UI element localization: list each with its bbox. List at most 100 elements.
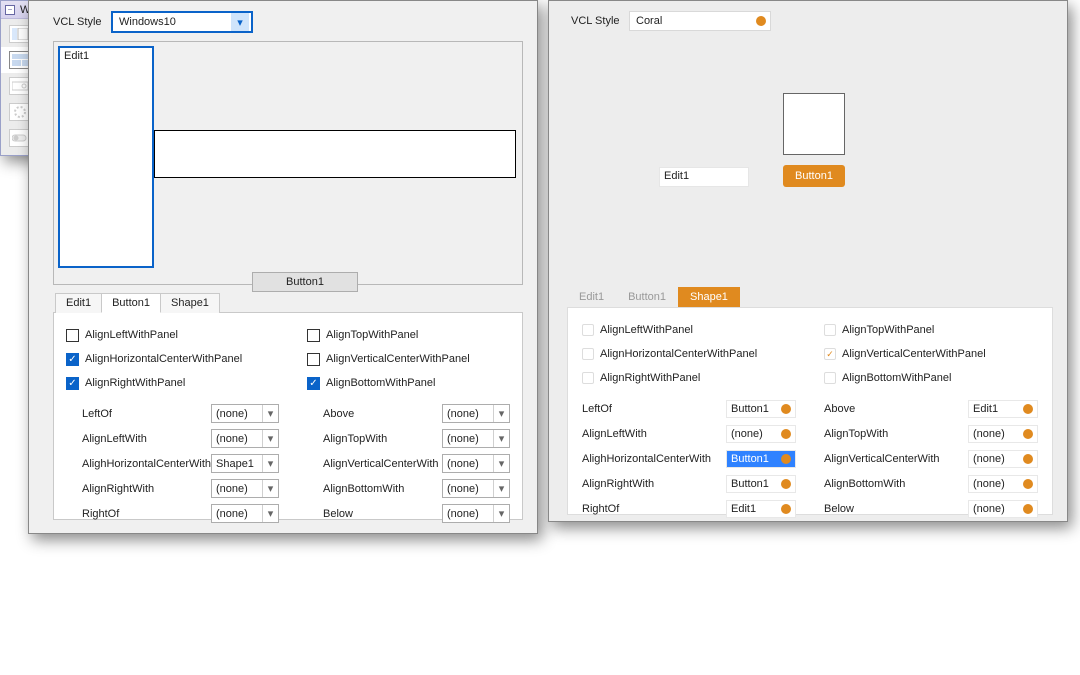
prop-combo[interactable]: (none)▾	[442, 429, 510, 448]
checkbox[interactable]	[582, 348, 594, 360]
prop-label: AlignVerticalCenterWith	[824, 453, 968, 465]
prop-combo[interactable]: (none)▾	[211, 404, 279, 423]
style-row: VCL Style Coral	[549, 1, 1067, 39]
prop-combo[interactable]: Edit1	[726, 500, 796, 518]
check-label: AlignLeftWithPanel	[85, 329, 178, 341]
dropdown-dot-icon	[781, 404, 791, 414]
shape1-box[interactable]	[154, 130, 516, 178]
checkbox[interactable]	[582, 324, 594, 336]
prop-combo[interactable]: (none)▾	[211, 429, 279, 448]
checkbox[interactable]	[824, 372, 836, 384]
style-value: Windows10	[119, 16, 176, 28]
prop-label: LeftOf	[66, 408, 211, 420]
check-label: AlignVerticalCenterWithPanel	[326, 353, 470, 365]
dropdown-dot-icon	[1023, 504, 1033, 514]
prop-combo[interactable]: (none)	[968, 450, 1038, 468]
check-label: AlignBottomWithPanel	[326, 377, 435, 389]
check-label: AlignTopWithPanel	[842, 324, 934, 336]
prop-label: Below	[824, 503, 968, 515]
prop-combo[interactable]: Button1	[726, 450, 796, 468]
style-combo[interactable]: Coral	[629, 11, 771, 31]
checkbox[interactable]	[582, 372, 594, 384]
prop-label: RightOf	[582, 503, 726, 515]
prop-combo[interactable]: Button1	[726, 475, 796, 493]
style-value: Coral	[636, 15, 662, 27]
prop-combo[interactable]: (none)▾	[442, 504, 510, 523]
prop-label: AlignBottomWith	[824, 478, 968, 490]
prop-combo[interactable]: Button1	[726, 400, 796, 418]
check-label: AlignRightWithPanel	[85, 377, 185, 389]
prop-label: AlighHorizontalCenterWith	[66, 458, 211, 470]
prop-label: Below	[307, 508, 442, 520]
chevron-down-icon: ▾	[262, 455, 278, 472]
tab-edit1[interactable]: Edit1	[55, 293, 102, 313]
tabs: Edit1 Button1 Shape1	[55, 293, 537, 313]
checkbox[interactable]	[307, 353, 320, 366]
chevron-down-icon: ▾	[262, 505, 278, 522]
style-combo[interactable]: Windows10 ▾	[111, 11, 253, 33]
prop-combo[interactable]: (none)▾	[442, 454, 510, 473]
button1[interactable]: Button1	[252, 272, 358, 292]
edit1-box[interactable]: Edit1	[659, 167, 749, 187]
collapse-icon[interactable]: −	[5, 5, 15, 15]
prop-label: LeftOf	[582, 403, 726, 415]
checkbox[interactable]: ✓	[66, 353, 79, 366]
prop-combo[interactable]: (none)	[726, 425, 796, 443]
prop-label: AlighHorizontalCenterWith	[582, 453, 726, 465]
chevron-down-icon: ▾	[262, 405, 278, 422]
button1[interactable]: Button1	[783, 165, 845, 187]
prop-label: AlignRightWith	[582, 478, 726, 490]
checkbox[interactable]: ✓	[824, 348, 836, 360]
prop-combo[interactable]: (none)	[968, 425, 1038, 443]
tab-button1[interactable]: Button1	[101, 293, 161, 313]
checkbox[interactable]: ✓	[307, 377, 320, 390]
check-label: AlignHorizontalCenterWithPanel	[600, 348, 757, 360]
prop-label: AlignLeftWith	[66, 433, 211, 445]
prop-combo[interactable]: (none)▾	[211, 479, 279, 498]
tab-panel: AlignLeftWithPanel ✓ AlignHorizontalCente…	[53, 312, 523, 520]
chevron-down-icon: ▾	[262, 430, 278, 447]
prop-combo[interactable]: (none)▾	[211, 504, 279, 523]
prop-combo[interactable]: (none)	[968, 500, 1038, 518]
tabs: Edit1 Button1 Shape1	[567, 287, 1067, 307]
chevron-down-icon: ▾	[493, 480, 509, 497]
tab-edit1[interactable]: Edit1	[567, 287, 616, 307]
check-label: AlignHorizontalCenterWithPanel	[85, 353, 242, 365]
shape1-box[interactable]	[783, 93, 845, 155]
prop-label: AlignRightWith	[66, 483, 211, 495]
dropdown-dot-icon	[781, 479, 791, 489]
chevron-down-icon: ▾	[231, 13, 249, 31]
prop-combo[interactable]: Edit1	[968, 400, 1038, 418]
edit1-box[interactable]: Edit1	[58, 46, 154, 268]
prop-label: AlignTopWith	[307, 433, 442, 445]
checkbox[interactable]	[66, 329, 79, 342]
chevron-down-icon: ▾	[493, 455, 509, 472]
tab-button1[interactable]: Button1	[616, 287, 678, 307]
tab-shape1[interactable]: Shape1	[678, 287, 740, 307]
dropdown-dot-icon	[1023, 404, 1033, 414]
prop-label: AlignTopWith	[824, 428, 968, 440]
design-canvas: Edit1 Button1	[53, 41, 523, 285]
check-label: AlignLeftWithPanel	[600, 324, 693, 336]
chevron-down-icon: ▾	[262, 480, 278, 497]
check-label: AlignVerticalCenterWithPanel	[842, 348, 986, 360]
chevron-down-icon: ▾	[493, 430, 509, 447]
dropdown-dot-icon	[1023, 454, 1033, 464]
prop-label: Above	[307, 408, 442, 420]
checkbox[interactable]	[307, 329, 320, 342]
prop-combo[interactable]: (none)▾	[442, 404, 510, 423]
tab-shape1[interactable]: Shape1	[160, 293, 220, 313]
prop-label: AlignVerticalCenterWith	[307, 458, 442, 470]
window-coral: VCL Style Coral Edit1 Button1 Edit1 Butt…	[548, 0, 1068, 522]
prop-combo[interactable]: (none)▾	[442, 479, 510, 498]
design-canvas: Edit1 Button1	[567, 39, 1053, 279]
prop-combo[interactable]: (none)	[968, 475, 1038, 493]
window-windows10: VCL Style Windows10 ▾ Edit1 Button1 Edit…	[28, 0, 538, 534]
prop-label: RightOf	[66, 508, 211, 520]
style-label: VCL Style	[53, 16, 111, 28]
prop-combo[interactable]: Shape1▾	[211, 454, 279, 473]
check-label: AlignRightWithPanel	[600, 372, 700, 384]
checkbox[interactable]	[824, 324, 836, 336]
checkbox[interactable]: ✓	[66, 377, 79, 390]
style-label: VCL Style	[571, 15, 629, 27]
